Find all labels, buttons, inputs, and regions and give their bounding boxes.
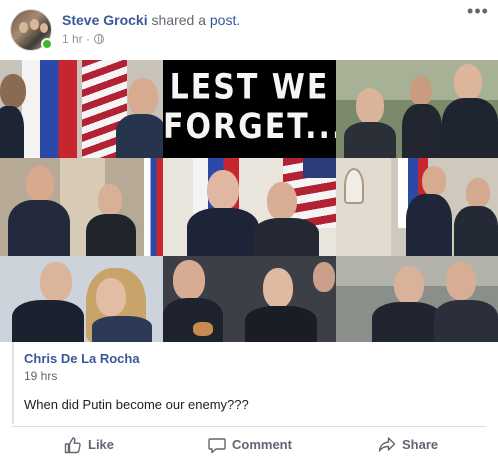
post-header: Steve Grocki shared a post. 1 hr · ••• (0, 0, 498, 60)
comment-label: Comment (232, 437, 292, 452)
collage-photo-3[interactable] (0, 158, 163, 256)
more-options-icon[interactable]: ••• (466, 2, 490, 22)
shared-post-timestamp[interactable]: 19 hrs (24, 369, 57, 383)
like-label: Like (88, 437, 115, 452)
photo-collage[interactable]: LEST WE FORGET... (0, 60, 498, 342)
post-title: Steve Grocki shared a post. (62, 11, 240, 29)
shared-post[interactable]: Chris De La Rocha 19 hrs When did Putin … (12, 342, 486, 424)
collage-photo-6[interactable] (0, 256, 163, 342)
collage-photo-5[interactable] (336, 158, 498, 256)
banner-text: LEST WE FORGET... (163, 60, 336, 158)
banner-line-2: FORGET... (163, 106, 336, 147)
comment-icon (208, 438, 226, 454)
collage-photo-7[interactable] (163, 256, 336, 342)
share-arrow-icon (378, 437, 396, 452)
collage-photo-1[interactable] (0, 60, 163, 158)
meta-separator: · (86, 32, 91, 46)
shared-author-link[interactable]: Chris De La Rocha (24, 351, 140, 366)
thumbs-up-icon (64, 437, 81, 454)
share-label: Share (402, 437, 439, 452)
collage-photo-8[interactable] (336, 256, 498, 342)
comment-button[interactable]: Comment (208, 427, 298, 463)
collage-photo-2[interactable] (336, 60, 498, 158)
lest-we-forget-banner[interactable]: LEST WE FORGET... (163, 60, 336, 158)
post-actions-bar: Like Comment Share (0, 427, 498, 463)
banner-line-1: LEST WE (169, 67, 330, 108)
online-status-dot (41, 38, 53, 50)
share-button[interactable]: Share (378, 427, 442, 463)
shared-post-text: When did Putin become our enemy??? (24, 397, 249, 412)
like-button[interactable]: Like (64, 427, 124, 463)
post-meta: 1 hr · (62, 31, 105, 47)
post-action-text: shared a (151, 12, 206, 28)
globe-icon[interactable] (94, 34, 105, 44)
author-name-link[interactable]: Steve Grocki (62, 12, 148, 28)
shared-post-link[interactable]: post. (210, 12, 240, 28)
collage-photo-4[interactable] (163, 158, 336, 256)
post-timestamp[interactable]: 1 hr (62, 32, 83, 46)
